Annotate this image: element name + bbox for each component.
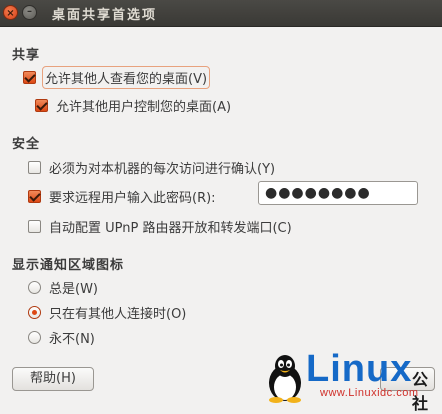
close-button[interactable]: × xyxy=(3,5,18,20)
close-icon: × xyxy=(6,8,15,19)
radio-never-row[interactable]: 永不(N) xyxy=(28,328,95,347)
require-password-checkbox[interactable] xyxy=(28,190,41,203)
help-button[interactable]: 帮助(H) xyxy=(12,367,94,391)
watermark-brand: Linux xyxy=(306,348,413,390)
sharing-heading: 共享 xyxy=(12,48,41,63)
upnp-checkbox-row[interactable]: 自动配置 UPnP 路由器开放和转发端口(C) xyxy=(28,217,292,236)
radio-always-row[interactable]: 总是(W) xyxy=(28,278,98,297)
upnp-label[interactable]: 自动配置 UPnP 路由器开放和转发端口(C) xyxy=(49,217,292,236)
allow-view-checkbox-row[interactable]: 允许其他人查看您的桌面(V) xyxy=(23,66,211,89)
radio-when-connected-row[interactable]: 只在有其他人连接时(O) xyxy=(28,303,186,322)
password-input[interactable]: ●●●●●●●● xyxy=(258,181,418,205)
require-password-label[interactable]: 要求远程用户输入此密码(R): xyxy=(49,187,216,206)
notification-heading: 显示通知区域图标 xyxy=(12,258,125,273)
confirm-each-label[interactable]: 必须为对本机器的每次访问进行确认(Y) xyxy=(49,158,275,177)
allow-control-label[interactable]: 允许其他用户控制您的桌面(A) xyxy=(56,96,231,115)
radio-never[interactable] xyxy=(28,331,41,344)
window-title: 桌面共享首选项 xyxy=(52,8,158,23)
radio-always[interactable] xyxy=(28,281,41,294)
security-heading: 安全 xyxy=(12,137,41,152)
radio-when-connected-label[interactable]: 只在有其他人连接时(O) xyxy=(49,303,186,322)
radio-when-connected[interactable] xyxy=(28,306,41,319)
upnp-checkbox[interactable] xyxy=(28,220,41,233)
tux-logo-icon xyxy=(269,355,301,403)
radio-always-label[interactable]: 总是(W) xyxy=(49,278,98,297)
confirm-each-checkbox[interactable] xyxy=(28,161,41,174)
title-bar: × – 桌面共享首选项 xyxy=(0,0,442,27)
minimize-icon: – xyxy=(27,6,32,17)
require-password-checkbox-row[interactable]: 要求远程用户输入此密码(R): xyxy=(28,187,216,206)
allow-control-checkbox[interactable] xyxy=(35,99,48,112)
allow-control-checkbox-row[interactable]: 允许其他用户控制您的桌面(A) xyxy=(35,96,231,115)
allow-view-checkbox[interactable] xyxy=(23,71,36,84)
radio-never-label[interactable]: 永不(N) xyxy=(49,328,95,347)
confirm-each-checkbox-row[interactable]: 必须为对本机器的每次访问进行确认(Y) xyxy=(28,158,275,177)
watermark-url: www.Linuxidc.com xyxy=(320,387,419,399)
allow-view-label[interactable]: 允许其他人查看您的桌面(V) xyxy=(41,66,211,89)
minimize-button[interactable]: – xyxy=(22,5,37,20)
